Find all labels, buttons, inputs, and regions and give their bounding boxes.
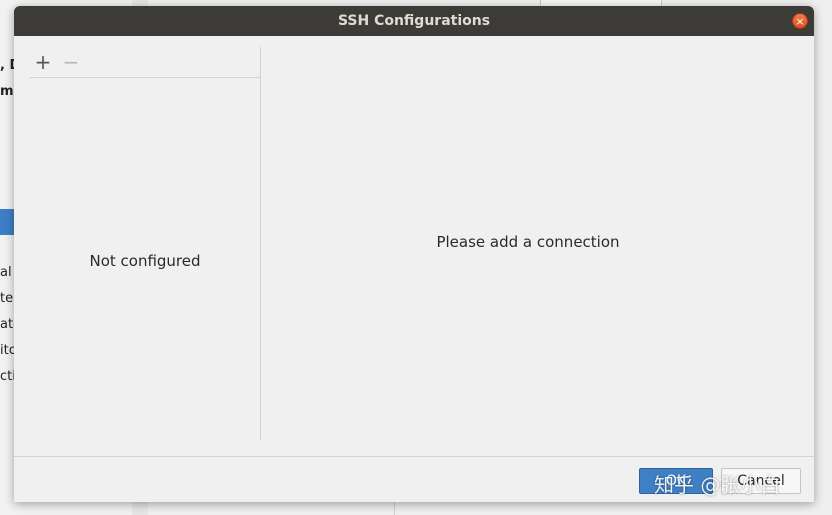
cancel-button[interactable]: Cancel xyxy=(721,468,801,494)
empty-list-message: Not configured xyxy=(89,252,201,270)
ssh-configurations-dialog: SSH Configurations × + − Not configured … xyxy=(14,6,814,502)
connections-toolbar: + − xyxy=(30,47,260,78)
footer-divider xyxy=(14,456,814,457)
add-connection-button[interactable]: + xyxy=(28,50,58,74)
remove-connection-button[interactable]: − xyxy=(56,50,86,74)
background-text-fragment: te xyxy=(0,291,14,306)
background-divider xyxy=(394,500,395,515)
dialog-titlebar[interactable]: SSH Configurations × xyxy=(14,6,814,36)
connections-list-pane: + − Not configured xyxy=(30,47,261,440)
dialog-title: SSH Configurations xyxy=(337,13,491,29)
close-icon[interactable]: × xyxy=(792,13,808,29)
ok-button[interactable]: OK xyxy=(639,468,713,494)
background-selected-item xyxy=(0,209,14,235)
empty-details-message: Please add a connection xyxy=(436,233,620,251)
